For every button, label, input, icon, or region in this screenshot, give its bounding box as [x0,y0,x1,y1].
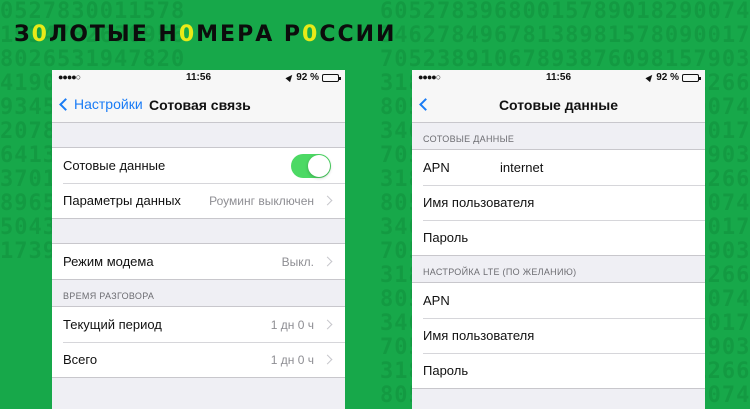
cellular-data-toggle[interactable] [291,153,331,178]
row-label: Пароль [423,230,469,245]
row-current-period: Текущий период 1 дн 0 ч [52,307,345,342]
status-bar: ●●●●○ 11:56 92 % [412,70,705,85]
row-label: Имя пользователя [423,328,535,343]
left-phone-screen: ●●●●○ 11:56 92 % Настройки Сотовая связь… [52,70,345,409]
row-personal-hotspot[interactable]: Режим модема Выкл. [52,244,345,279]
back-button[interactable]: Настройки [58,85,143,123]
row-label: Пароль [423,363,469,378]
brand-logo: З0ЛОТЫЕ Н0МЕРА Р0ССИИ [14,22,397,47]
chevron-left-icon [59,97,72,111]
right-phone-screen: ●●●●○ 11:56 92 % Сотовые данные СОТОВЫЕ … [412,70,705,409]
row-label: Режим модема [63,254,154,269]
row-label: Имя пользователя [423,195,535,210]
chevron-right-icon [322,354,333,365]
location-icon [645,72,655,83]
settings-group-hotspot: Режим модема Выкл. [52,243,345,280]
battery-icon [682,73,701,82]
row-apn[interactable]: APN internet [412,150,705,185]
row-value: 1 дн 0 ч [270,352,314,367]
chevron-right-icon [322,256,333,267]
page-title: Сотовая связь [149,97,251,113]
row-lte-username[interactable]: Имя пользователя [412,318,705,353]
page-title: Сотовые данные [498,97,619,113]
row-label: Параметры данных [63,193,181,208]
section-header-cellular: СОТОВЫЕ ДАННЫЕ [423,134,515,144]
row-value: 1 дн 0 ч [270,317,314,332]
row-label: APN [423,160,450,175]
section-header-lte: НАСТРОЙКА LTE (ПО ЖЕЛАНИЮ) [423,267,577,277]
settings-group-cellular: APN internet Имя пользователя Пароль [412,149,705,256]
row-label: Сотовые данные [63,158,166,173]
navigation-bar: Сотовые данные [412,85,705,123]
row-value: Выкл. [281,254,314,269]
chevron-right-icon [322,195,333,206]
section-header-call-time: ВРЕМЯ РАЗГОВОРА [63,291,155,301]
location-icon [285,72,295,83]
row-username[interactable]: Имя пользователя [412,185,705,220]
status-bar: ●●●●○ 11:56 92 % [52,70,345,85]
row-lte-apn[interactable]: APN [412,283,705,318]
row-data-options[interactable]: Параметры данных Роуминг выключен [52,183,345,218]
row-label: Всего [63,352,98,367]
row-value: Роуминг выключен [209,193,314,208]
navigation-bar: Настройки Сотовая связь [52,85,345,123]
battery-icon [322,73,341,82]
row-lte-password[interactable]: Пароль [412,353,705,388]
battery-percent: 92 % [656,72,679,83]
settings-group-data: Сотовые данные Параметры данных Роуминг … [52,147,345,219]
chevron-right-icon [322,319,333,330]
row-cellular-data: Сотовые данные [52,148,345,183]
row-total: Всего 1 дн 0 ч [52,342,345,377]
settings-group-lte: APN Имя пользователя Пароль [412,282,705,389]
row-password[interactable]: Пароль [412,220,705,255]
row-label: Текущий период [63,317,162,332]
settings-group-call-time: Текущий период 1 дн 0 ч Всего 1 дн 0 ч [52,306,345,378]
apn-input[interactable]: internet [500,150,543,185]
row-label: APN [423,293,450,308]
battery-percent: 92 % [296,72,319,83]
